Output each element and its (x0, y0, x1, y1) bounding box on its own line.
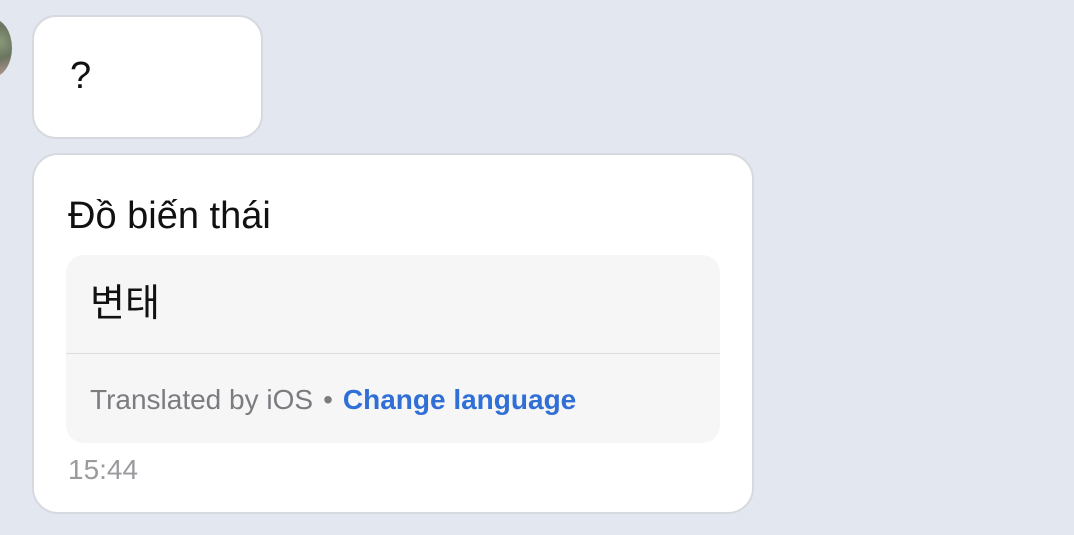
change-language-link[interactable]: Change language (343, 384, 576, 415)
message-timestamp: 15:44 (68, 454, 139, 485)
message-bubble-translated[interactable]: Đồ biến thái 변태 Translated by iOS • Change… (32, 153, 754, 514)
translation-divider (66, 353, 720, 354)
message-original-text: Đồ biến thái (68, 195, 271, 237)
message-text: ? (70, 55, 92, 97)
avatar[interactable] (0, 18, 12, 78)
separator-dot: • (323, 384, 333, 415)
translated-text: 변태 (90, 281, 160, 325)
translation-provider-label: Translated by iOS (90, 384, 314, 415)
message-bubble-question[interactable]: ? (32, 15, 263, 139)
translation-footer: Translated by iOS • Change language (90, 384, 576, 416)
translation-box: 변태 Translated by iOS • Change language (66, 255, 720, 443)
